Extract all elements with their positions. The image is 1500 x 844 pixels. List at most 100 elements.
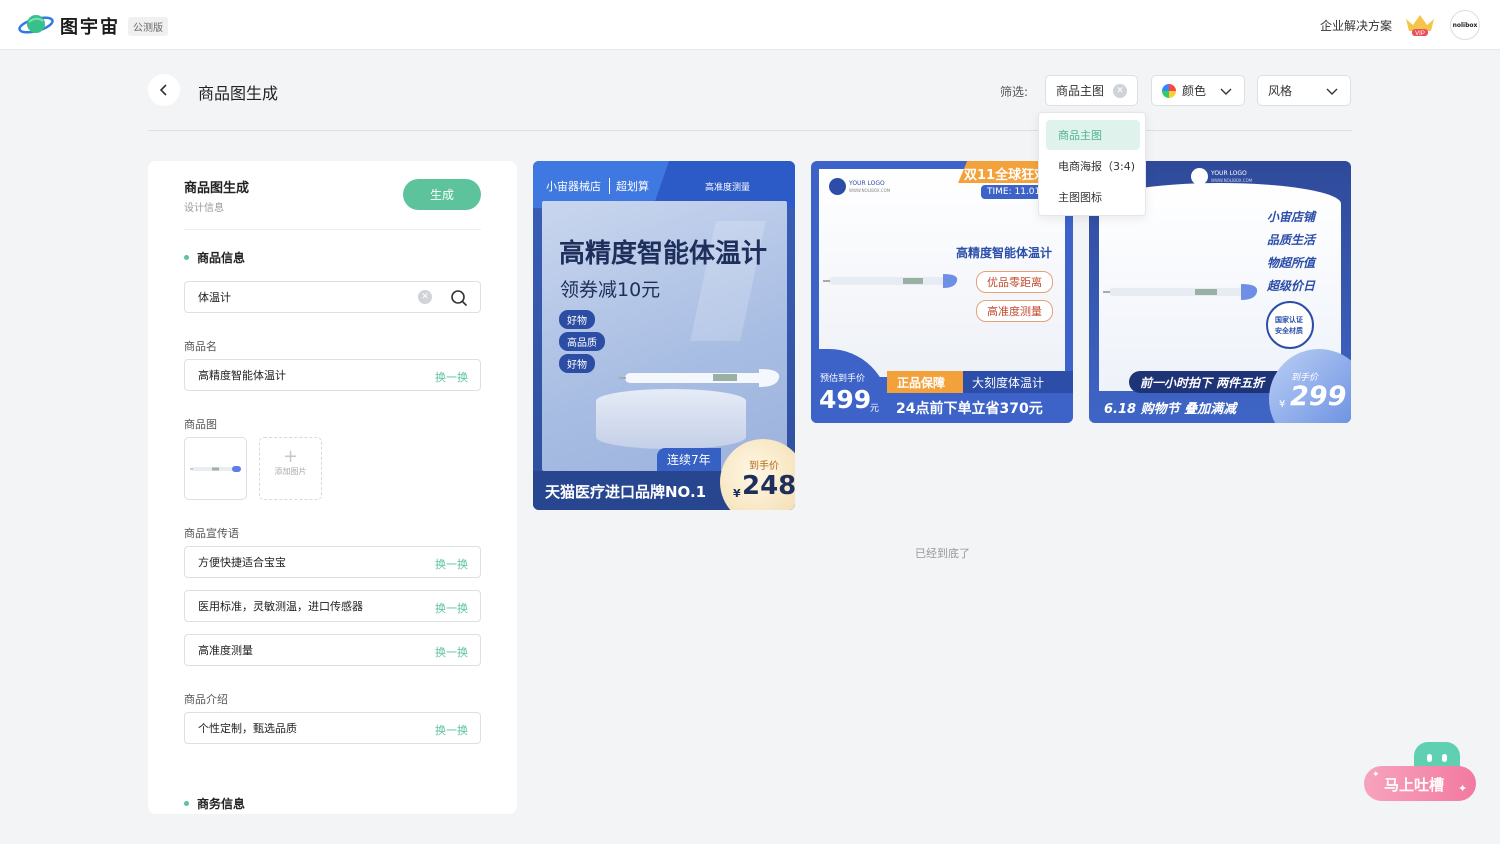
swap-button[interactable]: 换一换 xyxy=(435,556,468,572)
dropdown-option-main-image[interactable]: 商品主图 xyxy=(1046,120,1140,150)
tagline-text: 大刻度体温计 xyxy=(972,376,1045,390)
enterprise-solutions-link[interactable]: 企业解决方案 xyxy=(1320,17,1392,34)
color-filter-select[interactable]: 颜色 xyxy=(1151,75,1245,106)
event-text: 6.18 购物节 叠加满减 xyxy=(1104,402,1237,417)
slogan-field-2[interactable]: 医用标准，灵敏测温，进口传感器 换一换 xyxy=(184,590,481,622)
slogan-value: 高准度测量 xyxy=(198,644,253,657)
swap-button[interactable]: 换一换 xyxy=(435,600,468,616)
selling-line: 品质生活 xyxy=(1267,233,1316,247)
product-name-value: 高精度智能体温计 xyxy=(198,369,286,382)
seal-text: 国家认证 xyxy=(1275,316,1303,324)
vip-text: VIP xyxy=(1415,31,1425,37)
slogan-field-1[interactable]: 方便快捷适合宝宝 换一换 xyxy=(184,546,481,578)
color-filter-label: 颜色 xyxy=(1182,84,1207,98)
years-tag: 连续7年 xyxy=(657,448,721,471)
search-icon[interactable] xyxy=(450,289,468,307)
filter-label: 筛选: xyxy=(1000,85,1029,99)
product-image-thumb[interactable] xyxy=(184,437,247,500)
thermometer-image xyxy=(619,369,780,387)
sparkle-icon: ✦ xyxy=(1458,782,1468,795)
chip: 好物 xyxy=(559,354,595,373)
logo-url: WWW.NOLIBOX.COM xyxy=(849,188,891,193)
chip: 高品质 xyxy=(559,332,605,351)
end-of-list: 已经到底了 xyxy=(915,547,970,560)
price-label: 到手价 xyxy=(749,461,779,472)
dropdown-option-poster[interactable]: 电商海报（3:4) xyxy=(1046,151,1140,181)
design-info-panel: 商品图生成 设计信息 生成 商品信息 体温计 ✕ 商品名 高精度智能体温计 换一… xyxy=(148,161,517,814)
style-filter-label: 风格 xyxy=(1268,84,1293,98)
festival-text: 双11全球狂欢 xyxy=(964,168,1048,183)
feature-pill: 高准度测量 xyxy=(976,300,1053,322)
result-card-1[interactable]: 小宙器械店 超划算 高准度测量 高精度智能体温计 领券减10元 好物 高品质 好… xyxy=(533,161,795,510)
price-value: 248 xyxy=(742,471,795,501)
planet-logo-icon[interactable] xyxy=(18,12,54,38)
sparkle-icon: ✦ xyxy=(1372,770,1380,780)
color-wheel-icon xyxy=(1162,83,1176,98)
robot-eye xyxy=(1442,754,1447,762)
back-button[interactable] xyxy=(148,74,180,106)
promo-text: 前一小时拍下 两件五折 xyxy=(1140,376,1265,390)
feature-pill: 优品零距离 xyxy=(976,271,1053,293)
price-unit: 元 xyxy=(870,404,880,414)
intro-value: 个性定制，甄选品质 xyxy=(198,722,297,735)
selling-line: 小宙店铺 xyxy=(1267,210,1316,224)
card-subline: 领券减10元 xyxy=(560,279,661,301)
logo-text: YOUR LOGO xyxy=(849,180,885,187)
add-image-button[interactable]: + 添加图片 xyxy=(259,437,322,500)
thermometer-image xyxy=(189,465,241,472)
currency-symbol: ¥ xyxy=(733,487,741,500)
intro-field[interactable]: 个性定制，甄选品质 换一换 xyxy=(184,712,481,744)
logo-text: YOUR LOGO xyxy=(1211,170,1247,177)
certification-seal xyxy=(1266,301,1314,349)
price-label: 预估到手价 xyxy=(820,374,866,384)
user-avatar[interactable]: nolibox xyxy=(1450,10,1480,40)
clear-icon[interactable]: ✕ xyxy=(1113,84,1127,98)
event-time: TIME: 11.01 xyxy=(981,185,1047,199)
clear-icon[interactable]: ✕ xyxy=(418,290,432,304)
swap-button[interactable]: 换一换 xyxy=(435,722,468,738)
panel-divider xyxy=(184,229,481,230)
style-filter-select[interactable]: 风格 xyxy=(1257,75,1351,106)
bottom-slogan: 天猫医疗进口品牌NO.1 xyxy=(545,483,707,501)
logo-url: WWW.NOLIBOX.COM xyxy=(1211,178,1253,183)
feature-badge: 高准度测量 xyxy=(705,183,751,193)
card-headline: 高精度智能体温计 xyxy=(559,239,768,269)
chip: 好物 xyxy=(559,310,595,329)
type-filter-dropdown: 商品主图 电商海报（3:4) 主图图标 xyxy=(1038,112,1146,216)
top-bar: 图宇宙 公测版 企业解决方案 VIP nolibox xyxy=(0,0,1500,50)
result-card-2[interactable]: YOUR LOGO WWW.NOLIBOX.COM 双11全球狂欢 TIME: … xyxy=(811,161,1073,423)
plus-icon: + xyxy=(282,446,299,467)
dropdown-option-icon[interactable]: 主图图标 xyxy=(1046,182,1140,212)
page-title: 商品图生成 xyxy=(198,84,279,103)
thermometer-image xyxy=(1103,284,1258,300)
generate-button[interactable]: 生成 xyxy=(403,179,481,210)
swap-button[interactable]: 换一换 xyxy=(435,369,468,385)
chevron-down-icon xyxy=(1326,88,1338,95)
product-name-field[interactable]: 高精度智能体温计 换一换 xyxy=(184,359,481,391)
panel-title: 商品图生成 xyxy=(184,181,250,196)
slogan-field-3[interactable]: 高准度测量 换一换 xyxy=(184,634,481,666)
section-business-info: 商务信息 xyxy=(184,795,245,812)
brand-name[interactable]: 图宇宙 xyxy=(60,13,120,39)
seal-text: 安全材质 xyxy=(1275,327,1303,335)
shop-name: 小宙器械店 xyxy=(546,180,601,193)
type-filter-value: 商品主图 xyxy=(1056,84,1105,98)
search-value: 体温计 xyxy=(198,291,231,304)
product-search-input[interactable]: 体温计 ✕ xyxy=(184,281,481,313)
section-product-info: 商品信息 xyxy=(184,249,245,266)
header-divider xyxy=(148,130,1352,131)
selling-line: 超级价日 xyxy=(1267,279,1316,293)
selling-line: 物超所值 xyxy=(1267,256,1316,270)
vip-crown-icon[interactable]: VIP xyxy=(1404,13,1436,37)
slogan-value: 医用标准，灵敏测温，进口传感器 xyxy=(198,600,363,613)
feedback-widget[interactable]: 马上吐槽 ✦ ✦ xyxy=(1362,740,1478,804)
robot-eye xyxy=(1427,754,1432,762)
slogan-label: 商品宣传语 xyxy=(184,527,239,540)
beta-badge: 公测版 xyxy=(128,17,168,36)
logo-mark-icon xyxy=(829,178,846,195)
type-filter-select[interactable]: 商品主图 ✕ xyxy=(1045,75,1138,106)
slogan-value: 方便快捷适合宝宝 xyxy=(198,556,286,569)
price-value: 299 xyxy=(1290,381,1347,412)
chevron-left-icon xyxy=(159,84,167,96)
swap-button[interactable]: 换一换 xyxy=(435,644,468,660)
